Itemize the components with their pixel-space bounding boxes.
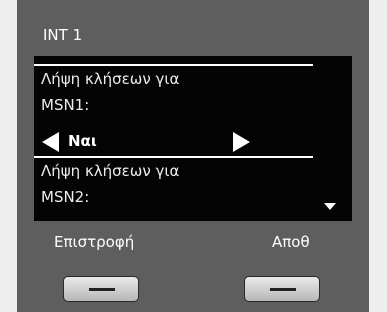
divider-top <box>34 64 313 66</box>
msn1-label-line2: MSN1: <box>41 96 90 114</box>
dash-icon <box>89 288 115 291</box>
page-title: INT 1 <box>43 26 83 44</box>
msn2-label-line1: Λήψη κλήσεων για <box>41 162 180 180</box>
msn1-label-line1: Λήψη κλήσεων για <box>41 70 180 88</box>
right-softkey-button[interactable] <box>244 276 320 302</box>
msn2-label-line2: MSN2: <box>41 188 90 206</box>
softkey-right-label[interactable]: Αποθ <box>272 233 310 251</box>
display-screen: INT 1 Λήψη κλήσεων για MSN1: Ναι Λήψη κλ… <box>34 16 352 221</box>
divider-selected <box>34 156 313 158</box>
left-softkey-button[interactable] <box>63 276 139 302</box>
triangle-down-icon <box>324 203 336 210</box>
title-bar: INT 1 <box>34 16 352 56</box>
triangle-left-icon[interactable] <box>42 132 59 152</box>
softkey-left-label[interactable]: Επιστροφή <box>54 233 134 251</box>
msn1-value: Ναι <box>68 132 97 150</box>
dash-icon <box>270 288 296 291</box>
triangle-right-icon[interactable] <box>233 132 250 152</box>
softkey-bar: Επιστροφή Αποθ <box>34 221 352 263</box>
